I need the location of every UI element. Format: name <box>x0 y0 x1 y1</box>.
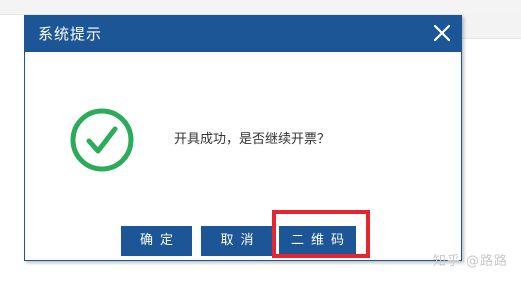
watermark: 知乎 @路路 <box>432 254 508 269</box>
dialog-title: 系统提示 <box>38 25 103 43</box>
background-toolbar <box>0 0 521 15</box>
page: 系统提示 开具成功，是否继续开票？ 确定 取消 二维码 知乎 @路路 <box>0 0 521 284</box>
close-button[interactable] <box>429 20 455 46</box>
background-panel-strip <box>462 14 521 39</box>
background-divider <box>463 38 521 39</box>
qr-code-button[interactable]: 二维码 <box>279 226 356 256</box>
dialog-message: 开具成功，是否继续开票？ <box>174 132 331 147</box>
dialog-titlebar: 系统提示 <box>25 16 461 52</box>
close-icon <box>433 24 451 42</box>
cancel-button[interactable]: 取消 <box>201 226 273 256</box>
system-prompt-dialog: 系统提示 开具成功，是否继续开票？ 确定 取消 二维码 <box>24 15 462 261</box>
check-circle-icon <box>69 107 135 173</box>
dialog-body: 开具成功，是否继续开票？ 确定 取消 二维码 <box>25 52 461 260</box>
confirm-button[interactable]: 确定 <box>121 226 192 256</box>
